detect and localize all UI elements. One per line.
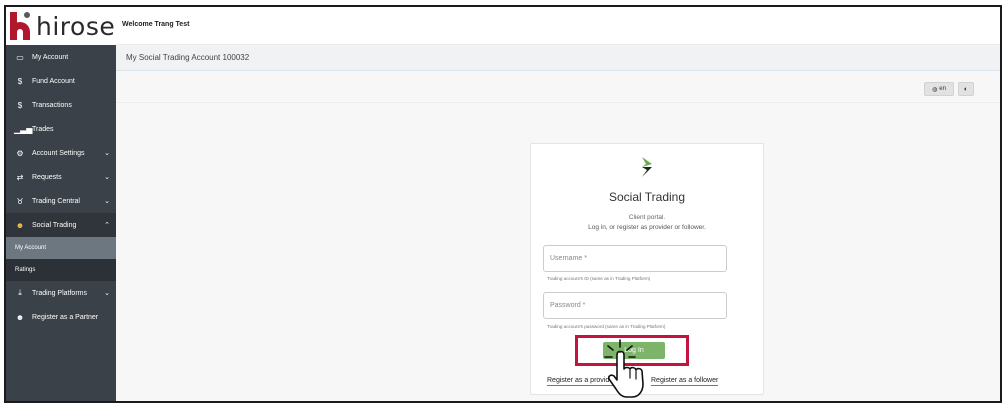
monitor-icon: ▭	[16, 52, 24, 62]
sidebar-item-label: My Account	[32, 53, 69, 61]
sidebar-item-label: Register as a Partner	[32, 313, 99, 321]
dollar-icon: $	[17, 76, 23, 86]
login-title: Social Trading	[608, 190, 686, 204]
settings-icon: ⚙	[16, 148, 24, 158]
sidebar-item-register-partner[interactable]: ☻ Register as a Partner	[6, 305, 116, 329]
sidebar-item-trading-platforms[interactable]: ⤓ Trading Platforms ⌄	[6, 281, 116, 305]
sidebar-subitem-label: My Account	[15, 245, 47, 251]
login-card: Social Trading Client portal. Log in, or…	[530, 143, 764, 398]
contrast-icon: ◐	[963, 85, 969, 93]
chevron-down-icon: ⌄	[104, 174, 110, 181]
users-icon: ☻	[15, 220, 25, 230]
sidebar-subitem-label: Ratings	[15, 267, 36, 273]
login-description: Log in, or register as provider or follo…	[588, 224, 706, 231]
password-field[interactable]: Password *	[543, 292, 727, 319]
sidebar-item-label: Trading Platforms	[32, 289, 87, 297]
password-placeholder: Password *	[550, 302, 586, 309]
welcome-text: Welcome Trang Test	[122, 21, 190, 28]
browser-frame: hirose ▭ My Account $ Fund Account $ Tra…	[4, 5, 1002, 403]
sidebar-item-requests[interactable]: ⇄ Requests ⌄	[6, 165, 116, 189]
globe-icon: ◍	[932, 86, 938, 93]
sidebar-item-label: Social Trading	[32, 221, 77, 229]
swap-arrows-icon: ⇄	[16, 172, 24, 182]
dollar-icon: $	[17, 100, 23, 110]
login-subtitle: Client portal.	[628, 214, 666, 221]
username-placeholder: Username *	[550, 255, 587, 262]
users-icon: ☻	[15, 312, 25, 322]
sidebar-subitem-ratings[interactable]: Ratings	[6, 259, 116, 281]
hand-pointer-icon	[604, 339, 644, 398]
logo-mark	[10, 12, 32, 40]
sidebar-item-label: Trades	[32, 125, 54, 133]
theme-toggle[interactable]: ◐	[958, 82, 974, 96]
page-title-bar: My Social Trading Account 100032	[116, 45, 1000, 71]
sidebar-item-social-trading[interactable]: ☻ Social Trading ⌃	[6, 213, 116, 237]
download-icon: ⤓	[18, 288, 22, 297]
sidebar-item-transactions[interactable]: $ Transactions	[6, 93, 116, 117]
top-header: Welcome Trang Test	[116, 7, 1000, 45]
chevron-up-icon: ⌃	[104, 222, 110, 229]
sidebar-item-fund-account[interactable]: $ Fund Account	[6, 69, 116, 93]
toolbar: ◍ en ◐	[116, 71, 1000, 103]
chevron-down-icon: ⌄	[104, 198, 110, 205]
sidebar-item-label: Transactions	[32, 101, 72, 109]
sidebar-item-my-account[interactable]: ▭ My Account	[6, 45, 116, 69]
language-selector[interactable]: ◍ en	[924, 82, 954, 96]
brand-logo[interactable]: hirose	[6, 7, 116, 45]
password-hint: Trading account's password (same as in T…	[547, 324, 666, 329]
sidebar-item-label: Fund Account	[32, 77, 75, 85]
bar-chart-icon: ▁▃▅	[14, 124, 33, 134]
username-hint: Trading account's ID (same as in Trading…	[547, 276, 651, 281]
sidebar-item-account-settings[interactable]: ⚙ Account Settings ⌄	[6, 141, 116, 165]
sidebar-item-label: Requests	[32, 173, 62, 181]
chevron-down-icon: ⌄	[104, 290, 110, 297]
chevron-down-icon: ⌄	[104, 150, 110, 157]
username-field[interactable]: Username *	[543, 245, 727, 272]
sidebar-item-label: Trading Central	[32, 197, 80, 205]
bull-icon: ♉	[16, 196, 24, 206]
register-follower-link[interactable]: Register as a follower	[651, 377, 719, 386]
sidebar-item-trades[interactable]: ▁▃▅ Trades	[6, 117, 116, 141]
language-label: en	[939, 86, 946, 92]
social-trading-logo-icon	[642, 157, 652, 177]
main-content: Social Trading Client portal. Log in, or…	[116, 103, 1000, 401]
page-title: My Social Trading Account 100032	[126, 53, 250, 62]
sidebar-item-trading-central[interactable]: ♉ Trading Central ⌄	[6, 189, 116, 213]
sidebar-item-label: Account Settings	[32, 149, 85, 157]
logo-text: hirose	[36, 11, 116, 41]
sidebar: hirose ▭ My Account $ Fund Account $ Tra…	[6, 7, 116, 401]
sidebar-subitem-my-account[interactable]: My Account	[6, 237, 116, 259]
